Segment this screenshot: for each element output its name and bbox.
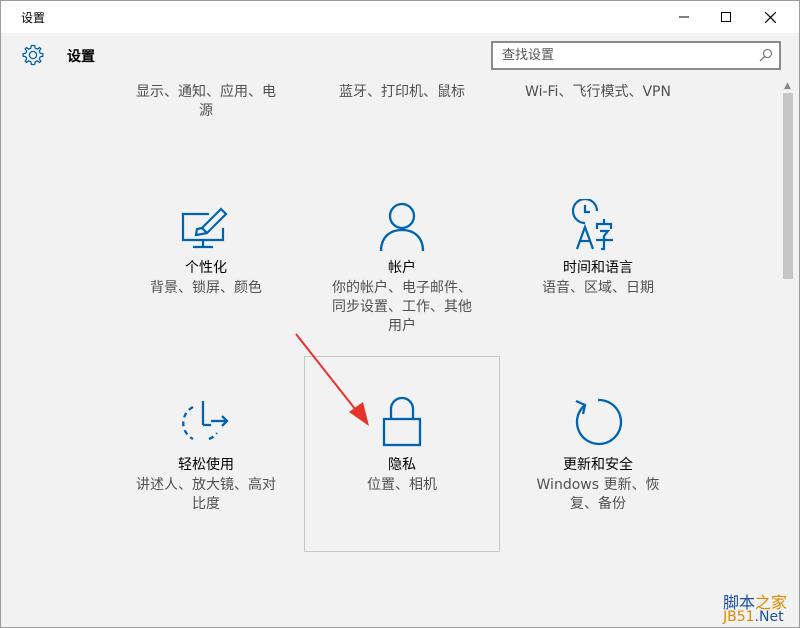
tile-desc: 蓝牙、打印机、鼠标: [339, 84, 465, 100]
minimize-button[interactable]: [661, 1, 707, 33]
tile-desc: 比度: [192, 496, 220, 512]
tile-privacy-name[interactable]: 隐私: [317, 456, 487, 475]
minimize-icon: [679, 16, 689, 18]
tile-desc: 背景、锁屏、颜色: [150, 280, 262, 296]
tile-personalization-name[interactable]: 个性化: [121, 259, 291, 278]
watermark-text: JB51: [723, 609, 755, 625]
tile-personalization-desc: 背景、锁屏、颜色: [121, 279, 291, 298]
settings-window: 设置 设置 ▲ 显示、: [0, 0, 800, 628]
search-input[interactable]: [493, 43, 743, 68]
maximize-icon: [721, 12, 731, 22]
window-title: 设置: [21, 11, 46, 25]
annotation-arrow-icon: [295, 333, 369, 426]
tile-desc: 讲述人、放大镜、高对: [136, 477, 276, 493]
tile-desc: Wi-Fi、飞行模式、VPN: [525, 84, 671, 100]
tile-system[interactable]: 显示、通知、应用、电 源: [121, 83, 291, 121]
scrollbar[interactable]: ▲: [781, 79, 795, 619]
tile-network[interactable]: Wi-Fi、飞行模式、VPN: [513, 83, 683, 102]
search-icon[interactable]: [759, 48, 773, 62]
tile-ease-of-access-name[interactable]: 轻松使用: [121, 456, 291, 475]
tile-privacy-desc: 位置、相机: [317, 476, 487, 495]
ease-of-access-icon: [182, 401, 229, 441]
tile-desc: 位置、相机: [367, 477, 437, 493]
maximize-button[interactable]: [703, 1, 749, 33]
tile-accounts-name[interactable]: 帐户: [317, 259, 487, 278]
tile-update-security-name[interactable]: 更新和安全: [513, 456, 683, 475]
app-header: 设置: [1, 33, 799, 77]
accounts-icon: [379, 202, 425, 252]
search-box[interactable]: [491, 41, 781, 70]
watermark-logo: 脚本之家 JB51.Net: [723, 589, 799, 628]
tile-desc: 显示、通知、应用、电: [136, 84, 276, 100]
close-button[interactable]: [747, 1, 793, 33]
tile-ease-of-access-desc: 讲述人、放大镜、高对 比度: [121, 476, 291, 514]
scroll-up-icon[interactable]: ▲: [784, 81, 791, 91]
gear-icon: [22, 44, 44, 66]
title-bar: 设置: [1, 1, 799, 33]
close-icon: [764, 11, 776, 23]
tile-time-language-name[interactable]: 时间和语言: [513, 259, 683, 278]
personalization-icon: [181, 207, 228, 249]
tile-desc: 源: [199, 103, 213, 119]
tile-desc: 同步设置、工作、其他: [332, 299, 472, 315]
tile-desc: 语音、区域、日期: [542, 280, 654, 296]
tile-devices[interactable]: 蓝牙、打印机、鼠标: [317, 83, 487, 102]
tile-desc: Windows 更新、恢: [536, 477, 660, 493]
tile-time-language-desc: 语音、区域、日期: [513, 279, 683, 298]
time-language-icon: [571, 199, 613, 251]
tile-desc: 你的帐户、电子邮件、: [332, 280, 472, 296]
update-icon: [575, 398, 623, 446]
scroll-thumb[interactable]: [783, 93, 793, 279]
lock-icon: [382, 397, 422, 447]
page-title: 设置: [67, 49, 95, 65]
tile-desc: 复、备份: [570, 496, 626, 512]
tile-update-security-desc: Windows 更新、恢 复、备份: [513, 476, 683, 514]
watermark-text: .Net: [754, 609, 784, 625]
